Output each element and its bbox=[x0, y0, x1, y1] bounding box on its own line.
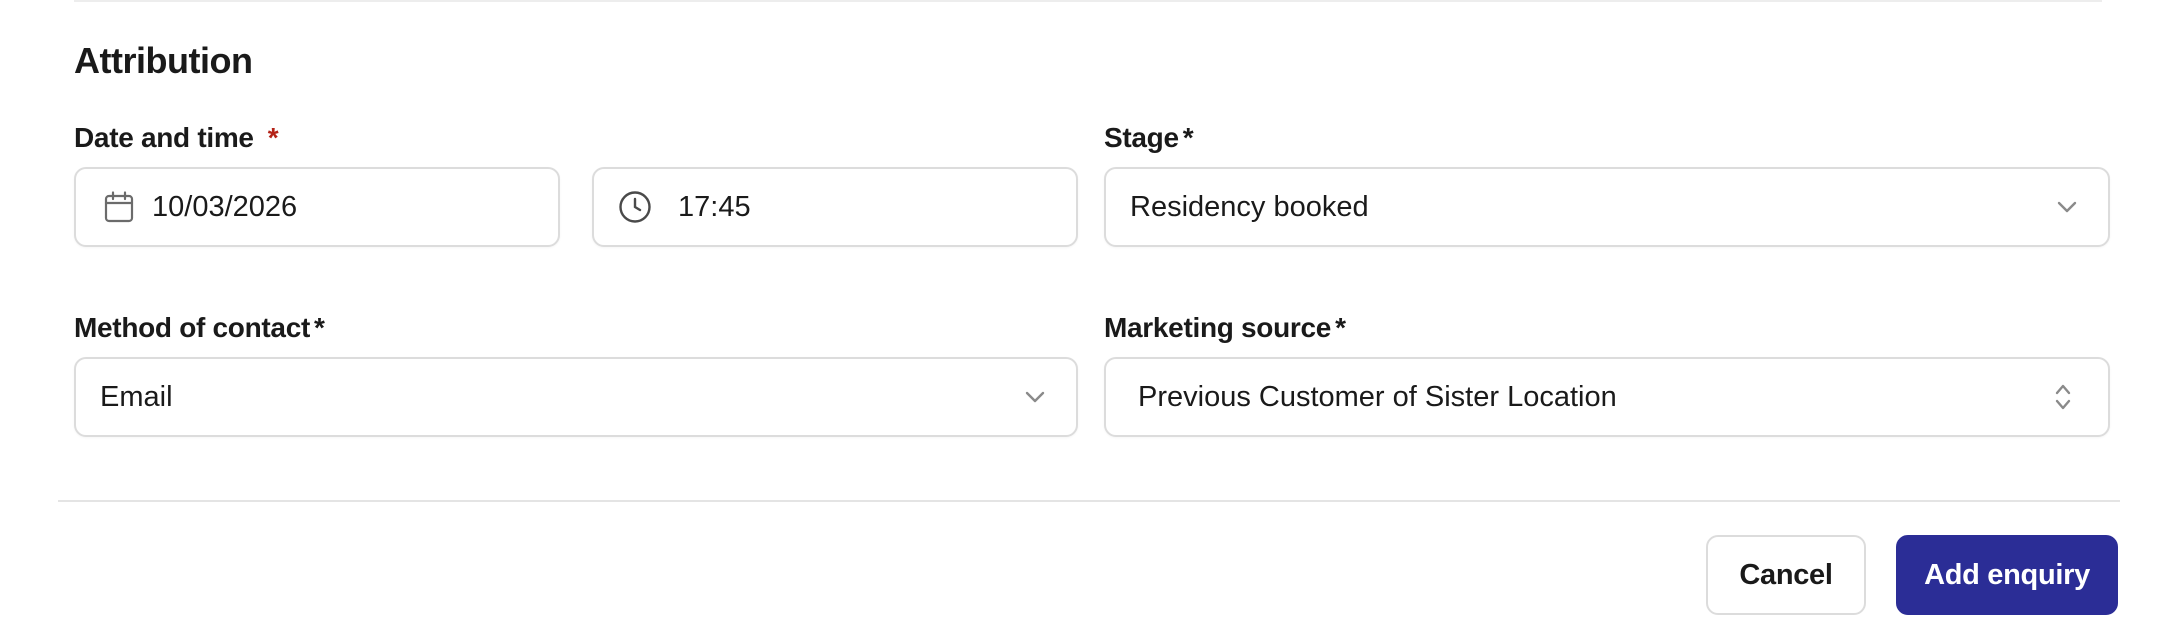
marketing-source-label-text: Marketing source bbox=[1104, 312, 1332, 343]
calendar-icon bbox=[104, 191, 134, 223]
required-marker: * bbox=[1182, 122, 1194, 153]
add-enquiry-button[interactable]: Add enquiry bbox=[1896, 535, 2118, 615]
date-time-label-text: Date and time bbox=[74, 122, 254, 153]
cancel-button[interactable]: Cancel bbox=[1706, 535, 1866, 615]
stage-select[interactable]: Residency booked bbox=[1104, 167, 2110, 247]
time-value: 17:45 bbox=[678, 190, 751, 223]
chevron-down-icon bbox=[2056, 200, 2078, 214]
marketing-source-combobox[interactable]: Previous Customer of Sister Location bbox=[1104, 357, 2110, 437]
date-value: 10/03/2026 bbox=[152, 190, 298, 223]
chevron-up-down-icon bbox=[2054, 382, 2072, 412]
method-of-contact-label: Method of contact * bbox=[74, 312, 325, 344]
marketing-source-label: Marketing source * bbox=[1104, 312, 1346, 344]
stage-label: Stage * bbox=[1104, 122, 1194, 154]
stage-label-text: Stage bbox=[1104, 122, 1179, 153]
required-marker: * bbox=[1335, 312, 1346, 343]
stage-value: Residency booked bbox=[1130, 190, 1369, 223]
section-title: Attribution bbox=[74, 40, 253, 81]
chevron-down-icon bbox=[1024, 390, 1046, 404]
time-input[interactable]: 17:45 bbox=[592, 167, 1078, 247]
date-input[interactable]: 10/03/2026 bbox=[74, 167, 560, 247]
required-marker: * bbox=[314, 312, 325, 343]
method-of-contact-select[interactable]: Email bbox=[74, 357, 1078, 437]
footer-divider bbox=[58, 500, 2120, 502]
method-of-contact-label-text: Method of contact bbox=[74, 312, 310, 343]
top-divider bbox=[74, 0, 2102, 2]
clock-icon bbox=[618, 190, 652, 224]
required-marker: * bbox=[267, 122, 279, 153]
date-time-label: Date and time * bbox=[74, 122, 279, 154]
marketing-source-value: Previous Customer of Sister Location bbox=[1138, 380, 1617, 413]
method-of-contact-value: Email bbox=[100, 380, 173, 413]
